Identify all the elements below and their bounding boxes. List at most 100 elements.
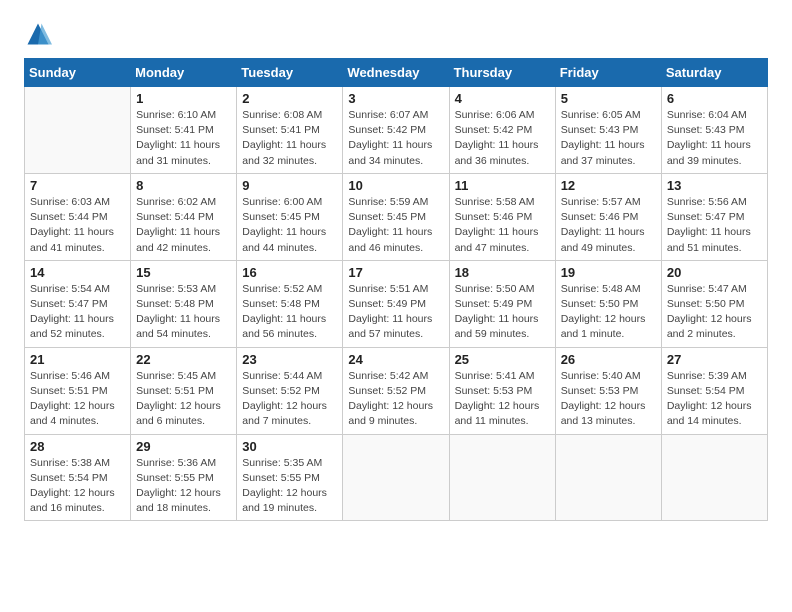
calendar-cell bbox=[661, 434, 767, 521]
calendar-cell: 12Sunrise: 5:57 AMSunset: 5:46 PMDayligh… bbox=[555, 173, 661, 260]
day-number: 29 bbox=[136, 439, 231, 454]
weekday-header-thursday: Thursday bbox=[449, 59, 555, 87]
header-area bbox=[24, 20, 768, 48]
day-number: 26 bbox=[561, 352, 656, 367]
day-info: Sunrise: 5:58 AMSunset: 5:46 PMDaylight:… bbox=[455, 195, 550, 256]
day-number: 22 bbox=[136, 352, 231, 367]
logo-icon bbox=[24, 20, 52, 48]
day-info: Sunrise: 6:00 AMSunset: 5:45 PMDaylight:… bbox=[242, 195, 337, 256]
calendar-cell: 15 Sunrise: 5:53 AMSunset: 5:48 PMDayligh… bbox=[131, 260, 237, 347]
day-number: 27 bbox=[667, 352, 762, 367]
weekday-header-wednesday: Wednesday bbox=[343, 59, 449, 87]
calendar-cell: 25 Sunrise: 5:41 AMSunset: 5:53 PMDayligh… bbox=[449, 347, 555, 434]
day-info: Sunrise: 5:57 AMSunset: 5:46 PMDaylight:… bbox=[561, 195, 656, 256]
calendar: SundayMondayTuesdayWednesdayThursdayFrid… bbox=[24, 58, 768, 521]
day-number: 18 bbox=[455, 265, 550, 280]
day-number: 30 bbox=[242, 439, 337, 454]
weekday-header-row: SundayMondayTuesdayWednesdayThursdayFrid… bbox=[25, 59, 768, 87]
calendar-cell: 1 Sunrise: 6:10 AMSunset: 5:41 PMDaylight… bbox=[131, 87, 237, 174]
weekday-header-monday: Monday bbox=[131, 59, 237, 87]
calendar-cell: 7Sunrise: 6:03 AMSunset: 5:44 PMDaylight… bbox=[25, 173, 131, 260]
day-info: Sunrise: 5:48 AMSunset: 5:50 PMDaylight:… bbox=[561, 282, 656, 343]
calendar-cell: 13 Sunrise: 5:56 AMSunset: 5:47 PMDayligh… bbox=[661, 173, 767, 260]
day-info: Sunrise: 5:47 AMSunset: 5:50 PMDaylight:… bbox=[667, 282, 762, 343]
logo bbox=[24, 20, 56, 48]
calendar-cell: 4 Sunrise: 6:06 AMSunset: 5:42 PMDaylight… bbox=[449, 87, 555, 174]
day-info: Sunrise: 5:36 AMSunset: 5:55 PMDaylight:… bbox=[136, 456, 231, 517]
calendar-cell: 28 Sunrise: 5:38 AMSunset: 5:54 PMDayligh… bbox=[25, 434, 131, 521]
day-info: Sunrise: 5:38 AMSunset: 5:54 PMDaylight:… bbox=[30, 456, 125, 517]
calendar-cell: 3 Sunrise: 6:07 AMSunset: 5:42 PMDaylight… bbox=[343, 87, 449, 174]
calendar-cell: 27 Sunrise: 5:39 AMSunset: 5:54 PMDayligh… bbox=[661, 347, 767, 434]
day-number: 8 bbox=[136, 178, 231, 193]
day-number: 3 bbox=[348, 91, 443, 106]
day-info: Sunrise: 6:10 AMSunset: 5:41 PMDaylight:… bbox=[136, 108, 231, 169]
day-number: 25 bbox=[455, 352, 550, 367]
calendar-cell: 8 Sunrise: 6:02 AMSunset: 5:44 PMDaylight… bbox=[131, 173, 237, 260]
day-info: Sunrise: 5:45 AMSunset: 5:51 PMDaylight:… bbox=[136, 369, 231, 430]
day-info: Sunrise: 5:53 AMSunset: 5:48 PMDaylight:… bbox=[136, 282, 231, 343]
day-number: 16 bbox=[242, 265, 337, 280]
day-info: Sunrise: 6:08 AMSunset: 5:41 PMDaylight:… bbox=[242, 108, 337, 169]
week-row-2: 7Sunrise: 6:03 AMSunset: 5:44 PMDaylight… bbox=[25, 173, 768, 260]
calendar-cell: 5 Sunrise: 6:05 AMSunset: 5:43 PMDaylight… bbox=[555, 87, 661, 174]
day-number: 24 bbox=[348, 352, 443, 367]
day-info: Sunrise: 5:42 AMSunset: 5:52 PMDaylight:… bbox=[348, 369, 443, 430]
week-row-5: 28 Sunrise: 5:38 AMSunset: 5:54 PMDayligh… bbox=[25, 434, 768, 521]
day-number: 11 bbox=[455, 178, 550, 193]
calendar-cell bbox=[25, 87, 131, 174]
day-number: 9 bbox=[242, 178, 337, 193]
weekday-header-sunday: Sunday bbox=[25, 59, 131, 87]
calendar-cell bbox=[343, 434, 449, 521]
calendar-cell: 9 Sunrise: 6:00 AMSunset: 5:45 PMDaylight… bbox=[237, 173, 343, 260]
day-info: Sunrise: 5:39 AMSunset: 5:54 PMDaylight:… bbox=[667, 369, 762, 430]
page: SundayMondayTuesdayWednesdayThursdayFrid… bbox=[0, 0, 792, 531]
calendar-cell: 2 Sunrise: 6:08 AMSunset: 5:41 PMDaylight… bbox=[237, 87, 343, 174]
week-row-3: 14 Sunrise: 5:54 AMSunset: 5:47 PMDayligh… bbox=[25, 260, 768, 347]
weekday-header-friday: Friday bbox=[555, 59, 661, 87]
weekday-header-tuesday: Tuesday bbox=[237, 59, 343, 87]
day-info: Sunrise: 6:07 AMSunset: 5:42 PMDaylight:… bbox=[348, 108, 443, 169]
day-info: Sunrise: 6:04 AMSunset: 5:43 PMDaylight:… bbox=[667, 108, 762, 169]
day-info: Sunrise: 5:56 AMSunset: 5:47 PMDaylight:… bbox=[667, 195, 762, 256]
day-number: 15 bbox=[136, 265, 231, 280]
calendar-cell: 21 Sunrise: 5:46 AMSunset: 5:51 PMDayligh… bbox=[25, 347, 131, 434]
calendar-cell: 20 Sunrise: 5:47 AMSunset: 5:50 PMDayligh… bbox=[661, 260, 767, 347]
day-info: Sunrise: 6:06 AMSunset: 5:42 PMDaylight:… bbox=[455, 108, 550, 169]
calendar-cell: 6 Sunrise: 6:04 AMSunset: 5:43 PMDaylight… bbox=[661, 87, 767, 174]
calendar-cell: 24 Sunrise: 5:42 AMSunset: 5:52 PMDayligh… bbox=[343, 347, 449, 434]
day-number: 6 bbox=[667, 91, 762, 106]
day-number: 2 bbox=[242, 91, 337, 106]
calendar-cell: 11 Sunrise: 5:58 AMSunset: 5:46 PMDayligh… bbox=[449, 173, 555, 260]
day-number: 5 bbox=[561, 91, 656, 106]
calendar-cell: 26Sunrise: 5:40 AMSunset: 5:53 PMDayligh… bbox=[555, 347, 661, 434]
day-info: Sunrise: 5:54 AMSunset: 5:47 PMDaylight:… bbox=[30, 282, 125, 343]
day-number: 21 bbox=[30, 352, 125, 367]
day-info: Sunrise: 6:02 AMSunset: 5:44 PMDaylight:… bbox=[136, 195, 231, 256]
day-number: 13 bbox=[667, 178, 762, 193]
day-info: Sunrise: 6:05 AMSunset: 5:43 PMDaylight:… bbox=[561, 108, 656, 169]
day-info: Sunrise: 5:41 AMSunset: 5:53 PMDaylight:… bbox=[455, 369, 550, 430]
day-number: 1 bbox=[136, 91, 231, 106]
calendar-cell: 29 Sunrise: 5:36 AMSunset: 5:55 PMDayligh… bbox=[131, 434, 237, 521]
day-number: 4 bbox=[455, 91, 550, 106]
day-info: Sunrise: 5:44 AMSunset: 5:52 PMDaylight:… bbox=[242, 369, 337, 430]
calendar-cell: 23Sunrise: 5:44 AMSunset: 5:52 PMDayligh… bbox=[237, 347, 343, 434]
calendar-cell: 30 Sunrise: 5:35 AMSunset: 5:55 PMDayligh… bbox=[237, 434, 343, 521]
day-number: 19 bbox=[561, 265, 656, 280]
calendar-cell bbox=[449, 434, 555, 521]
day-number: 28 bbox=[30, 439, 125, 454]
day-number: 17 bbox=[348, 265, 443, 280]
day-info: Sunrise: 5:35 AMSunset: 5:55 PMDaylight:… bbox=[242, 456, 337, 517]
calendar-cell: 14 Sunrise: 5:54 AMSunset: 5:47 PMDayligh… bbox=[25, 260, 131, 347]
calendar-cell: 18Sunrise: 5:50 AMSunset: 5:49 PMDayligh… bbox=[449, 260, 555, 347]
day-number: 7 bbox=[30, 178, 125, 193]
calendar-cell: 22 Sunrise: 5:45 AMSunset: 5:51 PMDayligh… bbox=[131, 347, 237, 434]
day-info: Sunrise: 5:46 AMSunset: 5:51 PMDaylight:… bbox=[30, 369, 125, 430]
calendar-cell bbox=[555, 434, 661, 521]
day-number: 20 bbox=[667, 265, 762, 280]
calendar-cell: 16Sunrise: 5:52 AMSunset: 5:48 PMDayligh… bbox=[237, 260, 343, 347]
day-info: Sunrise: 5:51 AMSunset: 5:49 PMDaylight:… bbox=[348, 282, 443, 343]
day-number: 10 bbox=[348, 178, 443, 193]
day-number: 14 bbox=[30, 265, 125, 280]
